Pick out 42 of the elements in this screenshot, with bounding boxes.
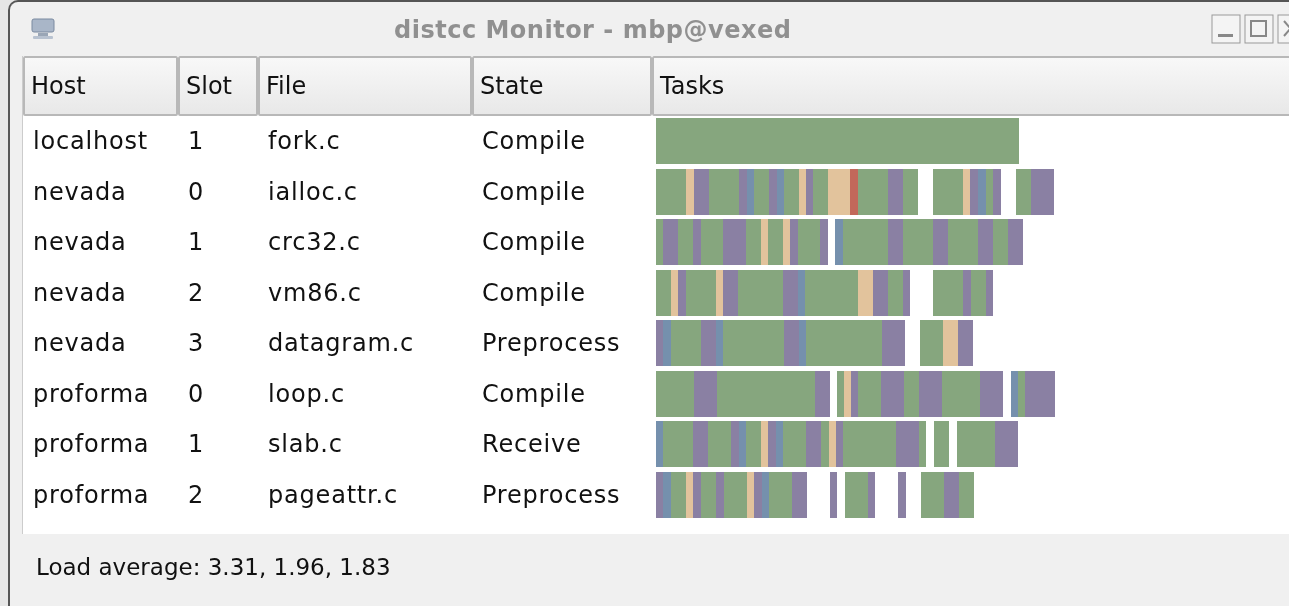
table-cell-text: fork.c [267,127,342,156]
table-cell-text: 1 [187,127,206,156]
table-cell-text: localhost [32,127,149,156]
column-header[interactable]: Slot [178,56,258,116]
table-cell-text: 1 [187,430,206,459]
window-title: distcc Monitor - mbp@vexed [394,16,792,44]
table-cell-text: nevada [32,228,128,257]
table-cell-text: ialloc.c [267,177,359,206]
table-cell-text: nevada [32,177,128,206]
column-header[interactable]: State [472,56,652,116]
column-header[interactable]: File [258,56,472,116]
table-cell-text: vm86.c [267,278,363,307]
table-cell-text: crc32.c [267,228,362,257]
minimize-button[interactable] [1211,14,1241,44]
table-cell-text: proforma [32,480,151,509]
table-cell-text: 0 [187,379,206,408]
table-cell-text: Compile [481,379,587,408]
table-cell-text: Compile [481,127,587,156]
table-cell-text: Preprocess [481,480,622,509]
table-cell-text: pageattr.c [267,480,399,509]
table-cell-text: Receive [481,430,583,459]
table-cell-text: 0 [187,177,206,206]
column-header[interactable]: Tasks [652,56,1289,116]
table-cell-text: proforma [32,430,151,459]
table-cell-text: 2 [187,278,206,307]
table-cell-text: 2 [187,480,206,509]
table-cell-text: proforma [32,379,151,408]
column-header[interactable]: Host [23,56,178,116]
table-cell-text: 3 [187,329,206,358]
table-cell-text: nevada [32,329,128,358]
table-cell-text: loop.c [267,379,346,408]
table-cell-text: Compile [481,177,587,206]
table-cell-text: slab.c [267,430,344,459]
maximize-button[interactable] [1244,14,1274,44]
computer-icon [30,18,56,40]
status-text: Load average: 3.31, 1.96, 1.83 [35,553,392,580]
table-cell-text: datagram.c [267,329,416,358]
table-cell-text: 1 [187,228,206,257]
table-cell-text: Compile [481,278,587,307]
table-cell-text: Preprocess [481,329,622,358]
table-cell-text: Compile [481,228,587,257]
table-cell-text: nevada [32,278,128,307]
